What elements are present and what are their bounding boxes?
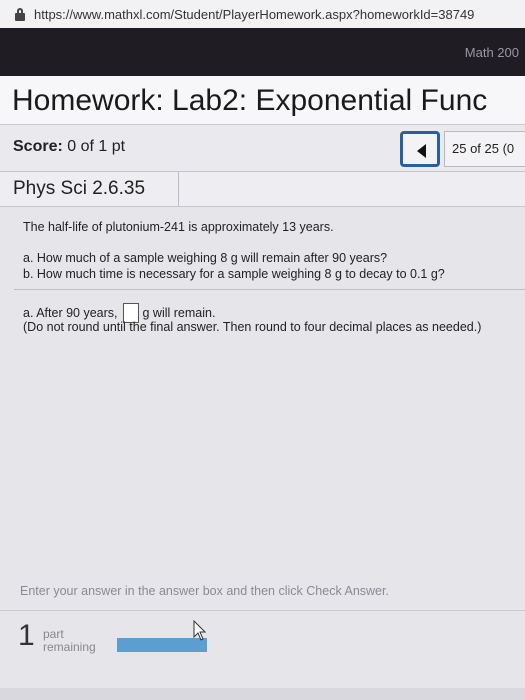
divider [0, 610, 525, 611]
address-bar[interactable]: https://www.mathxl.com/Student/PlayerHom… [0, 0, 525, 28]
question-part-a: a. How much of a sample weighing 8 g wil… [23, 251, 388, 265]
previous-question-button[interactable] [400, 131, 440, 167]
url-text[interactable]: https://www.mathxl.com/Student/PlayerHom… [34, 7, 474, 22]
answer-suffix: g will remain. [142, 306, 216, 320]
lock-icon [14, 7, 26, 21]
mouse-cursor-icon [193, 620, 207, 641]
triangle-left-icon [417, 144, 426, 158]
course-name[interactable]: Math 200 [465, 45, 519, 60]
bottom-strip [0, 688, 525, 700]
question-content: The half-life of plutonium-241 is approx… [0, 207, 525, 700]
question-intro: The half-life of plutonium-241 is approx… [23, 220, 334, 234]
parts-remaining-label: part remaining [43, 628, 96, 654]
parts-label-line2: remaining [43, 640, 96, 654]
question-part-b: b. How much time is necessary for a samp… [23, 267, 445, 281]
score-display: Score: 0 of 1 pt [13, 138, 125, 156]
answer-prefix: a. After 90 years, [23, 306, 118, 320]
parts-remaining-count: 1 [18, 619, 35, 652]
instruction-text: Enter your answer in the answer box and … [20, 584, 389, 598]
divider [14, 289, 525, 290]
question-selector[interactable]: 25 of 25 (0 [444, 131, 525, 167]
score-label: Score: [13, 138, 63, 155]
homework-title: Homework: Lab2: Exponential Func [12, 84, 488, 117]
rounding-note: (Do not round until the final answer. Th… [23, 320, 482, 334]
question-id: Phys Sci 2.6.35 [9, 172, 179, 206]
app-header: Math 200 [0, 28, 525, 76]
page-title: Homework: Lab2: Exponential Func [0, 76, 525, 125]
score-value: 0 of 1 pt [67, 138, 126, 155]
